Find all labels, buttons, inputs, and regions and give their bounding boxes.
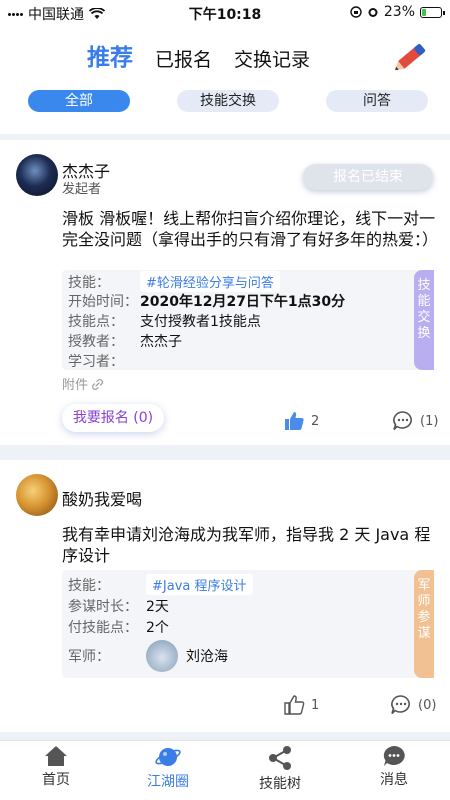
tab-exchange-records[interactable]: 交换记录 <box>234 45 310 72</box>
signup-button[interactable]: 我要报名 (0) <box>62 404 164 432</box>
detail-label: 付技能点： <box>68 620 138 636</box>
tab-skill-tree[interactable]: 技能树 <box>240 745 320 793</box>
start-time-value: 2020年12月27日下午1点30分 <box>140 294 346 310</box>
points-value: 2个 <box>146 620 169 636</box>
side-tab-skill-exchange: 技能交换 <box>414 270 434 370</box>
skill-points-value: 支付授教者1技能点 <box>140 314 261 330</box>
post-text: 滑板 滑板喔！线上帮你扫盲介绍你理论，线下一对一完全没问题（拿得出手的只有滑了有… <box>62 209 439 249</box>
avatar[interactable] <box>16 474 58 516</box>
skill-tag[interactable]: #轮滑经验分享与问答 <box>140 271 280 292</box>
detail-label: 技能： <box>68 274 110 291</box>
tab-jianghu[interactable]: 江湖圈 <box>128 745 208 791</box>
skill-detail-box[interactable]: 技能： #轮滑经验分享与问答 开始时间： 2020年12月27日下午1点30分 … <box>62 270 434 370</box>
battery-percent: 23% <box>383 4 415 20</box>
tab-label: 首页 <box>42 772 70 788</box>
post-card[interactable]: 酸奶我爱喝 我有幸申请刘沧海成为我军师，指导我 2 天 Java 程序设计 技能… <box>0 460 450 732</box>
tab-label: 消息 <box>380 772 408 788</box>
comment-bubble-icon <box>393 411 412 431</box>
bottom-tab-bar: 首页 江湖圈 技能树 消息 <box>0 740 450 800</box>
post-card[interactable]: 杰杰子 发起者 报名已结束 滑板 滑板喔！线上帮你扫盲介绍你理论，线下一对一完全… <box>0 140 450 445</box>
pencil-icon[interactable] <box>392 36 432 76</box>
like-button[interactable]: 1 <box>283 694 319 716</box>
main-tabs: 推荐 已报名 交换记录 <box>87 38 310 72</box>
detail-label: 学习者： <box>68 354 124 370</box>
detail-label: 开始时间： <box>68 294 138 310</box>
tab-label: 江湖圈 <box>147 774 189 790</box>
skill-tag[interactable]: #Java 程序设计 <box>146 574 253 595</box>
header: 推荐 已报名 交换记录 全部 技能交换 问答 <box>0 24 450 134</box>
advisor-detail-box[interactable]: 技能： #Java 程序设计 参谋时长： 2天 付技能点： 2个 军师： 刘沧海… <box>62 570 434 678</box>
detail-label: 技能点： <box>68 314 124 330</box>
tab-recommend[interactable]: 推荐 <box>87 38 133 72</box>
side-tab-advisor: 军师参谋 <box>414 570 434 678</box>
attachment-label: 附件 <box>62 378 89 393</box>
alarm-icon <box>368 8 378 17</box>
detail-label: 参谋时长： <box>68 599 138 615</box>
filter-all[interactable]: 全部 <box>28 90 130 112</box>
link-icon <box>92 379 104 390</box>
comment-button[interactable]: (1) <box>392 410 438 432</box>
filter-skill-exchange[interactable]: 技能交换 <box>177 90 279 112</box>
post-text: 我有幸申请刘沧海成为我军师，指导我 2 天 Java 程序设计 <box>62 525 431 565</box>
comment-count: (1) <box>420 413 439 429</box>
share-tree-icon <box>269 746 291 770</box>
teacher-value: 杰杰子 <box>140 334 182 350</box>
attachment-link[interactable]: 附件 <box>62 374 104 393</box>
comment-bubble-icon <box>391 695 410 715</box>
planet-icon <box>155 748 181 766</box>
advisor-value[interactable]: 刘沧海 <box>186 646 228 666</box>
thumbs-up-icon <box>284 695 305 715</box>
tab-messages[interactable]: 消息 <box>354 745 434 789</box>
filter-qa[interactable]: 问答 <box>326 90 428 112</box>
like-button[interactable]: 2 <box>283 410 319 432</box>
post-author[interactable]: 酸奶我爱喝 <box>62 486 142 510</box>
home-icon <box>45 746 67 766</box>
status-badge: 报名已结束 <box>303 164 433 190</box>
comment-count: (0) <box>418 697 437 713</box>
detail-label: 技能： <box>68 577 110 594</box>
message-icon <box>383 746 405 766</box>
avatar[interactable] <box>16 154 58 196</box>
status-bar: 中国联通 下午10:18 23% <box>0 0 450 24</box>
duration-value: 2天 <box>146 599 169 615</box>
advisor-avatar[interactable] <box>146 640 178 672</box>
like-count: 2 <box>311 413 320 429</box>
detail-label: 授教者： <box>68 334 124 350</box>
tab-home[interactable]: 首页 <box>16 745 96 789</box>
tab-label: 技能树 <box>259 776 301 792</box>
filter-chips: 全部 技能交换 问答 <box>28 90 428 112</box>
author-role: 发起者 <box>62 182 102 197</box>
tab-registered[interactable]: 已报名 <box>155 45 212 72</box>
battery-icon <box>420 6 445 18</box>
comment-button[interactable]: (0) <box>390 694 436 716</box>
detail-label: 军师： <box>68 649 110 665</box>
like-count: 1 <box>311 697 320 713</box>
rotation-lock-icon <box>350 6 362 18</box>
thumbs-up-icon <box>285 412 304 430</box>
